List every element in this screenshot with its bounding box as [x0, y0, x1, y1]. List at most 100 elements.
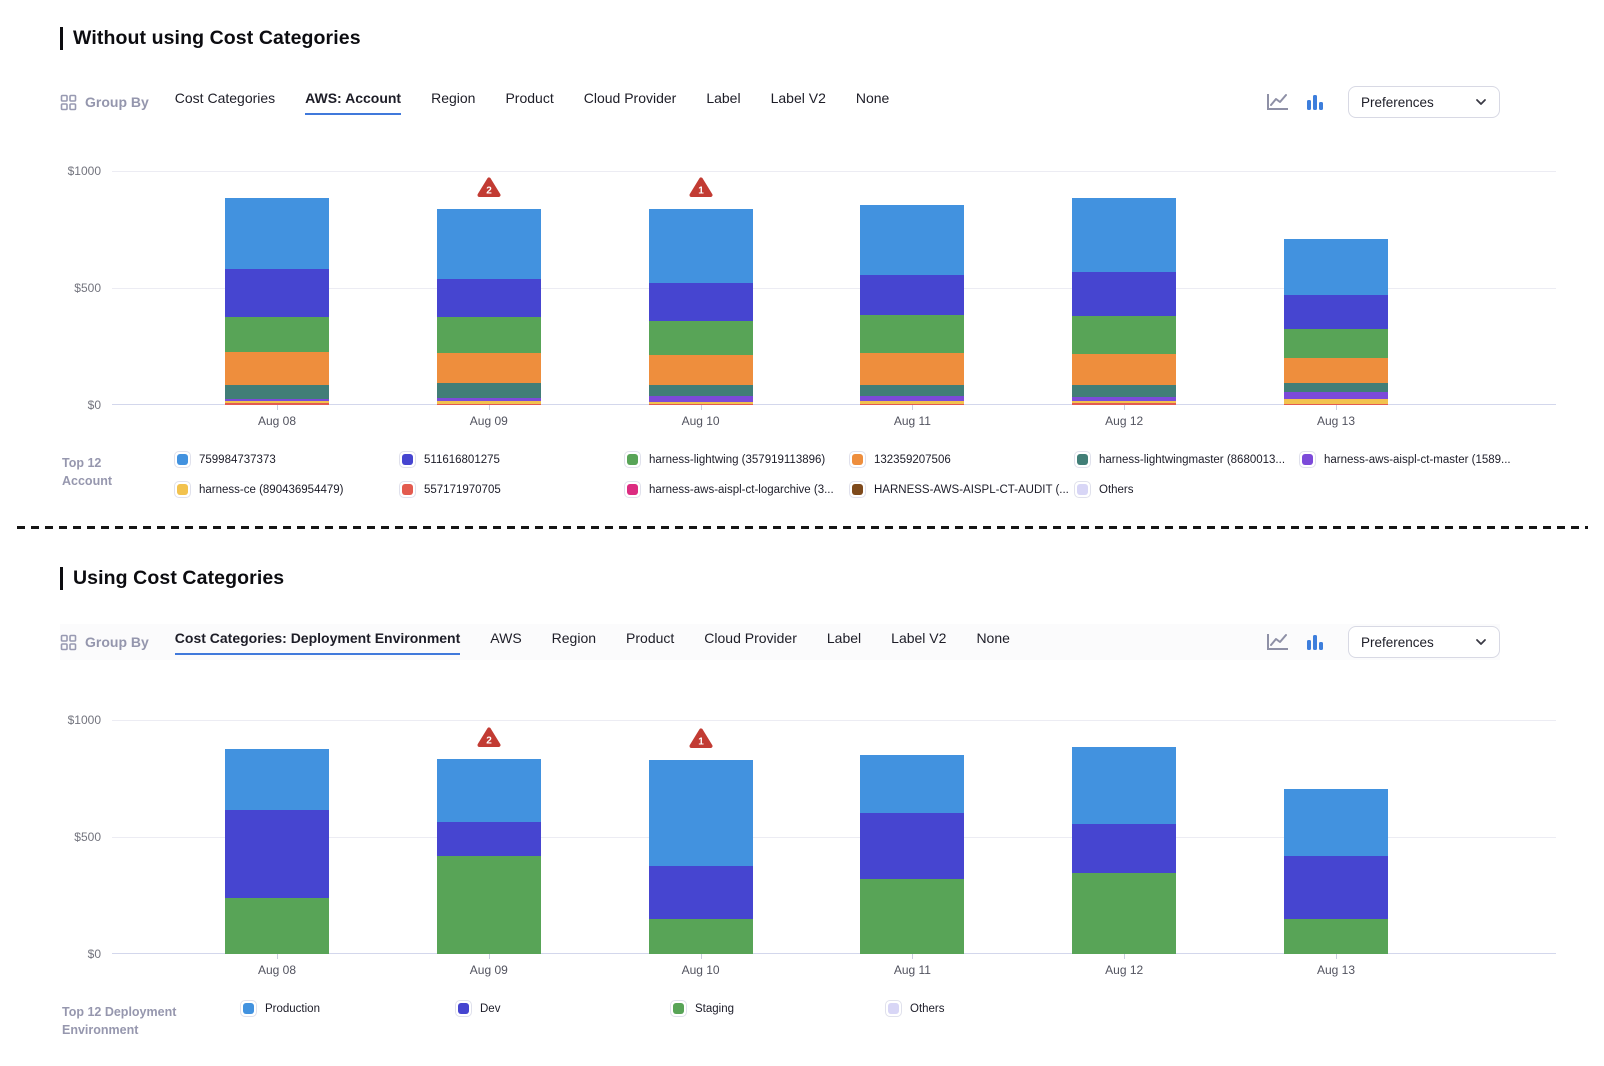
bar-segment[interactable]	[1284, 329, 1388, 358]
bar-segment[interactable]	[1284, 392, 1388, 399]
bar-segment[interactable]	[225, 898, 329, 954]
preferences-button[interactable]: Preferences	[1348, 86, 1500, 118]
legend-item[interactable]: Production	[240, 1000, 455, 1017]
line-chart-toggle-icon[interactable]	[1266, 632, 1290, 652]
bar-segment[interactable]	[649, 209, 753, 283]
bar-segment[interactable]	[860, 879, 964, 954]
bar-segment[interactable]	[1284, 856, 1388, 919]
bar-segment[interactable]	[437, 822, 541, 855]
bar-segment[interactable]	[437, 759, 541, 823]
tab-none[interactable]: None	[856, 90, 889, 115]
legend-item[interactable]: harness-aws-aispl-ct-master (1589...	[1299, 451, 1524, 468]
anomaly-badge[interactable]: 1	[689, 728, 713, 754]
legend-item[interactable]: Dev	[455, 1000, 670, 1017]
tab-cloud-provider[interactable]: Cloud Provider	[704, 630, 797, 655]
stacked-bar[interactable]	[860, 205, 964, 405]
bar-segment[interactable]	[1284, 919, 1388, 954]
tab-product[interactable]: Product	[505, 90, 553, 115]
stacked-bar[interactable]	[1072, 747, 1176, 954]
stacked-bar[interactable]	[437, 209, 541, 405]
legend-item[interactable]: harness-lightwing (357919113896)	[624, 451, 849, 468]
bar-segment[interactable]	[1072, 198, 1176, 272]
bar-segment[interactable]	[1072, 747, 1176, 824]
stacked-bar[interactable]	[437, 759, 541, 954]
stacked-bar[interactable]	[1284, 239, 1388, 405]
bar-segment[interactable]	[437, 317, 541, 353]
bar-segment[interactable]	[1284, 239, 1388, 296]
bar-segment[interactable]	[225, 269, 329, 317]
legend-item[interactable]: Staging	[670, 1000, 885, 1017]
bar-segment[interactable]	[437, 209, 541, 279]
bar-segment[interactable]	[860, 205, 964, 275]
legend-item[interactable]: HARNESS-AWS-AISPL-CT-AUDIT (...	[849, 481, 1074, 498]
bar-segment[interactable]	[1072, 272, 1176, 316]
bar-segment[interactable]	[1284, 295, 1388, 328]
stacked-bar[interactable]	[225, 749, 329, 954]
tab-aws-account[interactable]: AWS: Account	[305, 90, 401, 115]
bar-segment[interactable]	[649, 283, 753, 320]
preferences-button[interactable]: Preferences	[1348, 626, 1500, 658]
bar-chart-toggle-icon[interactable]	[1304, 91, 1326, 113]
bar-segment[interactable]	[437, 353, 541, 384]
stacked-bar[interactable]	[225, 198, 329, 405]
anomaly-badge[interactable]: 2	[477, 177, 501, 203]
stacked-bar[interactable]	[1284, 789, 1388, 954]
tab-label-v2[interactable]: Label V2	[891, 630, 946, 655]
tab-region[interactable]: Region	[431, 90, 475, 115]
bar-segment[interactable]	[649, 866, 753, 920]
bar-segment[interactable]	[225, 352, 329, 385]
tab-label[interactable]: Label	[827, 630, 861, 655]
bar-chart-toggle-icon[interactable]	[1304, 631, 1326, 653]
bar-segment[interactable]	[649, 919, 753, 954]
legend-item[interactable]: Others	[885, 1000, 1100, 1017]
bar-segment[interactable]	[649, 355, 753, 385]
legend-item[interactable]: harness-ce (890436954479)	[174, 481, 399, 498]
legend-item[interactable]: 557171970705	[399, 481, 624, 498]
anomaly-badge[interactable]: 2	[477, 727, 501, 753]
tab-region[interactable]: Region	[552, 630, 596, 655]
stacked-bar[interactable]	[649, 760, 753, 954]
tab-cost-categories-deployment-environment[interactable]: Cost Categories: Deployment Environment	[175, 630, 461, 655]
bar-segment[interactable]	[1284, 383, 1388, 391]
stacked-bar[interactable]	[1072, 198, 1176, 405]
bar-segment[interactable]	[1072, 873, 1176, 954]
bar-segment[interactable]	[860, 275, 964, 315]
tab-aws[interactable]: AWS	[490, 630, 521, 655]
tab-none[interactable]: None	[976, 630, 1009, 655]
bar-segment[interactable]	[1072, 824, 1176, 873]
legend-item[interactable]: 759984737373	[174, 451, 399, 468]
tab-product[interactable]: Product	[626, 630, 674, 655]
bar-segment[interactable]	[225, 198, 329, 268]
bar-segment[interactable]	[860, 315, 964, 353]
tab-cost-categories[interactable]: Cost Categories	[175, 90, 275, 115]
bar-segment[interactable]	[649, 385, 753, 396]
tab-label[interactable]: Label	[706, 90, 740, 115]
legend-item[interactable]: harness-aws-aispl-ct-logarchive (3...	[624, 481, 849, 498]
bar-segment[interactable]	[1284, 789, 1388, 856]
bar-segment[interactable]	[649, 321, 753, 356]
bar-segment[interactable]	[437, 383, 541, 398]
bar-segment[interactable]	[860, 353, 964, 385]
bar-segment[interactable]	[225, 810, 329, 898]
legend-item[interactable]: harness-lightwingmaster (8680013...	[1074, 451, 1299, 468]
bar-segment[interactable]	[1072, 354, 1176, 385]
tab-cloud-provider[interactable]: Cloud Provider	[584, 90, 677, 115]
stacked-bar[interactable]	[649, 209, 753, 405]
anomaly-badge[interactable]: 1	[689, 177, 713, 203]
bar-segment[interactable]	[1072, 316, 1176, 353]
bar-segment[interactable]	[437, 279, 541, 317]
bar-segment[interactable]	[225, 385, 329, 399]
bar-segment[interactable]	[860, 755, 964, 814]
bar-segment[interactable]	[1072, 385, 1176, 397]
legend-item[interactable]: 511616801275	[399, 451, 624, 468]
bar-segment[interactable]	[225, 749, 329, 810]
legend-item[interactable]: 132359207506	[849, 451, 1074, 468]
bar-segment[interactable]	[860, 385, 964, 396]
line-chart-toggle-icon[interactable]	[1266, 92, 1290, 112]
bar-segment[interactable]	[225, 317, 329, 352]
bar-segment[interactable]	[437, 856, 541, 954]
bar-segment[interactable]	[860, 813, 964, 879]
tab-label-v2[interactable]: Label V2	[771, 90, 826, 115]
stacked-bar[interactable]	[860, 755, 964, 954]
bar-segment[interactable]	[1284, 358, 1388, 383]
